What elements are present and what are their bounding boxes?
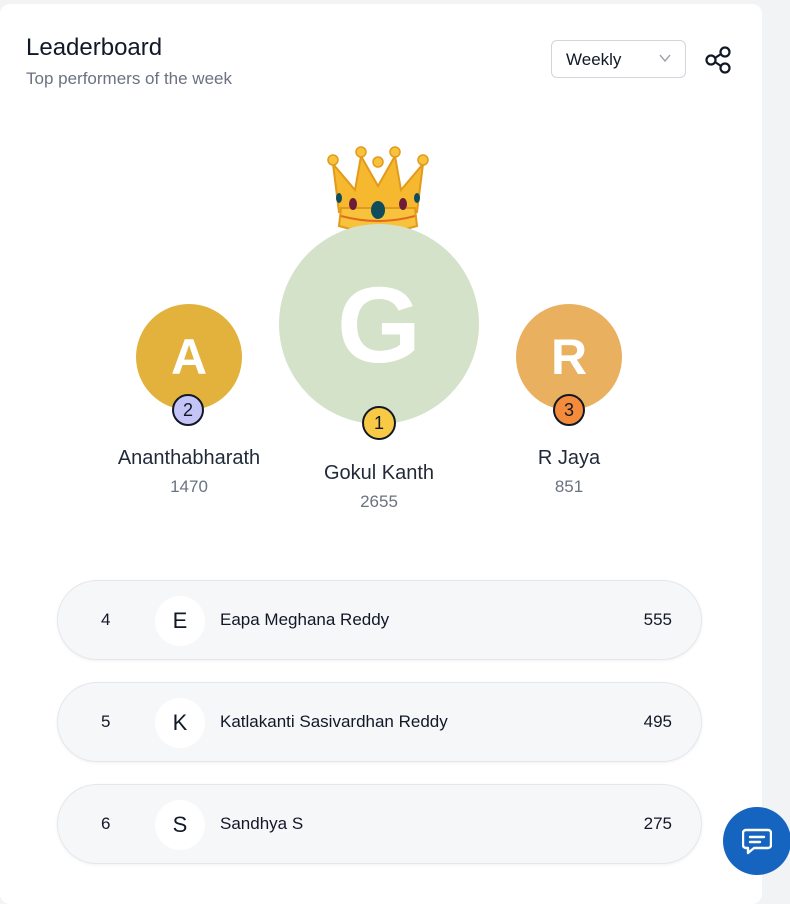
- list-rank: 5: [101, 712, 111, 731]
- list-avatar: E: [155, 596, 205, 646]
- list-name: Sandhya S: [220, 814, 304, 833]
- page-subtitle: Top performers of the week: [26, 69, 232, 88]
- list-name: Katlakanti Sasivardhan Reddy: [220, 712, 448, 731]
- list-name: Eapa Meghana Reddy: [220, 610, 390, 629]
- podium-score-2: 1470: [170, 477, 208, 496]
- rank-badge-3: 3: [553, 394, 585, 426]
- list-score: 275: [643, 814, 672, 833]
- podium-name-1: Gokul Kanth: [323, 462, 435, 484]
- podium-avatar-1: G: [279, 224, 479, 424]
- list-avatar: S: [155, 800, 205, 850]
- list-avatar: K: [155, 698, 205, 748]
- rank-badge-2: 2: [172, 394, 204, 426]
- rank-badge-1: 1: [362, 406, 396, 440]
- podium-name-2: Ananthabharath: [117, 447, 261, 469]
- list-item: 6 S Sandhya S 275: [57, 784, 702, 864]
- list-score: 495: [643, 712, 672, 731]
- period-select-value: Weekly: [566, 50, 622, 69]
- share-icon[interactable]: [704, 45, 732, 75]
- chevron-down-icon: [659, 54, 671, 63]
- podium-score-3: 851: [554, 477, 584, 496]
- period-select[interactable]: Weekly: [551, 40, 686, 78]
- list-item: 5 K Katlakanti Sasivardhan Reddy 495: [57, 682, 702, 762]
- podium-score-1: 2655: [360, 492, 398, 511]
- page-title: Leaderboard: [26, 34, 163, 61]
- list-rank: 6: [101, 814, 111, 833]
- chat-icon: [742, 828, 772, 855]
- podium-name-3: R Jaya: [537, 447, 601, 469]
- list-item: 4 E Eapa Meghana Reddy 555: [57, 580, 702, 660]
- chat-button[interactable]: [723, 807, 790, 875]
- leaderboard-card: Leaderboard Top performers of the week W…: [0, 4, 762, 904]
- list-score: 555: [643, 610, 672, 629]
- list-rank: 4: [101, 610, 111, 629]
